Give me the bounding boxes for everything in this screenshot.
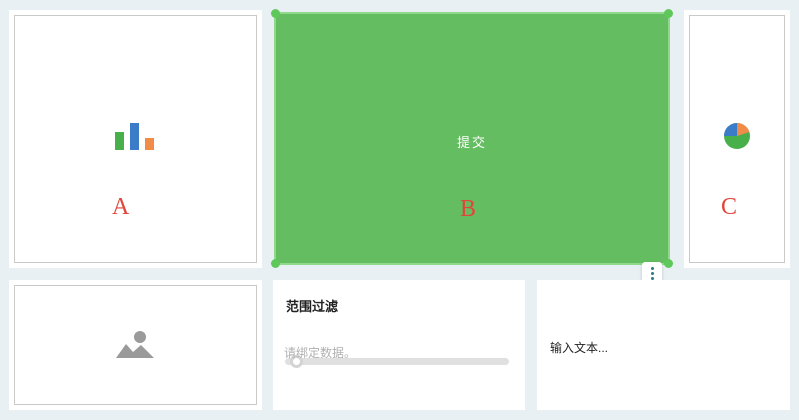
bar-chart-icon: [115, 123, 154, 150]
submit-button-widget[interactable]: 提交 B: [274, 12, 670, 265]
image-icon: [116, 331, 154, 358]
image-widget[interactable]: [9, 280, 262, 410]
text-widget[interactable]: 输入文本...: [537, 280, 790, 410]
dot-icon: [650, 271, 654, 275]
widget-card-a[interactable]: A: [9, 10, 262, 268]
pie-chart-icon: [724, 122, 750, 149]
range-filter-placeholder: 请绑定数据。: [284, 346, 357, 360]
resize-handle-top-left[interactable]: [271, 9, 280, 18]
range-filter-widget[interactable]: 范围过滤 请绑定数据。: [273, 280, 525, 410]
widget-letter-a: A: [112, 194, 130, 220]
resize-handle-bottom-left[interactable]: [271, 259, 280, 268]
dot-icon: [650, 266, 654, 270]
widget-card-c[interactable]: C: [684, 10, 790, 268]
range-filter-title: 范围过滤: [286, 299, 339, 314]
resize-handle-top-right[interactable]: [664, 9, 673, 18]
widget-letter-c: C: [721, 194, 738, 220]
resize-handle-bottom-right[interactable]: [664, 259, 673, 268]
widget-letter-b: B: [460, 196, 477, 222]
text-widget-content[interactable]: 输入文本...: [550, 339, 608, 356]
submit-button[interactable]: 提交: [276, 132, 668, 151]
